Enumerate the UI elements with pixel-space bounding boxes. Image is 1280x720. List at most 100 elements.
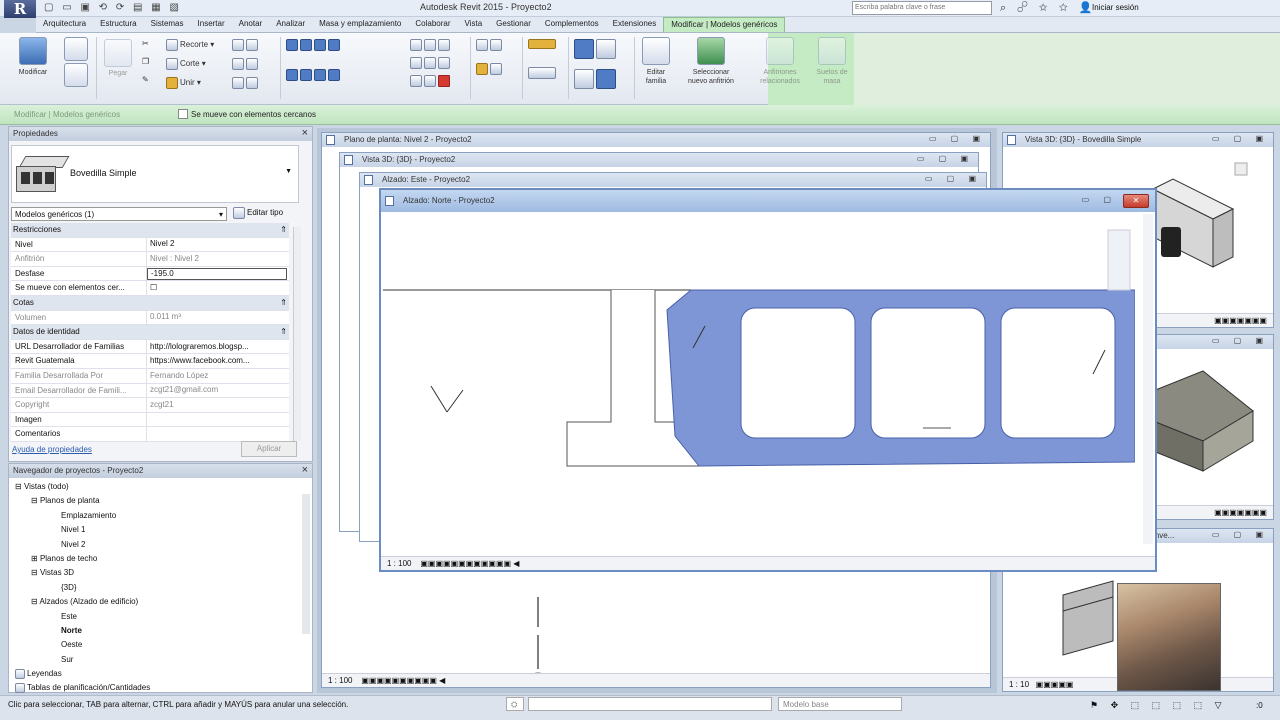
match-icon[interactable]: ✎ [142, 75, 149, 84]
mass-floors-button[interactable]: Suelos de masa [808, 37, 856, 86]
tab-12[interactable]: Modificar | Modelos genéricos [663, 17, 786, 32]
array-tools[interactable] [410, 39, 452, 51]
tree-item[interactable]: ⊟ Vistas 3D [9, 566, 299, 580]
collapse-icon[interactable]: ⇑ [280, 298, 287, 307]
tab-3[interactable]: Insertar [191, 17, 232, 32]
property-category[interactable]: Restricciones ⇑ [11, 223, 289, 238]
cut-geometry-button[interactable]: Recorte ▾ [166, 39, 214, 51]
plan-view-control-bar[interactable]: 1 : 100 ▣▣▣▣▣▣▣▣▣▣ ◀ [322, 673, 990, 687]
sign-in-button[interactable]: Iniciar sesión [1092, 3, 1139, 12]
dimension-tools[interactable] [528, 67, 558, 79]
hide-tools[interactable] [476, 63, 504, 75]
design-option-selector[interactable]: Modelo base [778, 697, 902, 711]
north-view-control-bar[interactable]: 1 : 100 ▣▣▣▣▣▣▣▣▣▣▣▣ ◀ [381, 556, 1155, 570]
property-value[interactable]: ☐ [147, 281, 289, 295]
property-value[interactable]: Nivel 2 [147, 237, 289, 251]
expand-icon[interactable]: ⊟ [31, 496, 40, 505]
view-tools[interactable] [476, 39, 504, 51]
paste-button[interactable]: Pegar [98, 69, 138, 78]
tree-item[interactable]: Sur [9, 653, 299, 667]
edit-type-button[interactable]: Editar tipo [233, 207, 283, 219]
tree-item[interactable]: ⊟ Vistas (todo) [9, 480, 299, 494]
scale-tools[interactable] [410, 57, 452, 69]
close-window-button[interactable]: ✕ [1123, 194, 1149, 208]
tree-item[interactable]: Tablas de planificación/Cantidades [9, 681, 299, 695]
property-row[interactable]: Comentarios [11, 427, 289, 442]
chevron-down-icon[interactable]: ▼ [285, 168, 292, 175]
scissors-icon[interactable]: ✂ [142, 39, 149, 48]
tab-6[interactable]: Masa y emplazamiento [312, 17, 408, 32]
tree-item[interactable]: ⊞ Planos de techo [9, 552, 299, 566]
properties-toggle[interactable] [62, 37, 90, 90]
tab-7[interactable]: Colaborar [408, 17, 457, 32]
tree-item[interactable]: ⊟ Alzados (Alzado de edificio) [9, 595, 299, 609]
property-row[interactable]: Revit Guatemala https://www.facebook.com.… [11, 354, 289, 369]
property-category[interactable]: Datos de identidad ⇑ [11, 325, 289, 340]
align-tools[interactable] [286, 39, 342, 51]
property-value[interactable]: https://www.facebook.com... [147, 354, 289, 368]
tree-item[interactable]: Oeste [9, 638, 299, 652]
tab-1[interactable]: Estructura [93, 17, 143, 32]
property-row[interactable]: URL Desarrollador de Familias http://lolo… [11, 339, 289, 355]
copy-icon[interactable]: ❐ [142, 57, 149, 66]
tree-item[interactable]: ⊟ Planos de planta [9, 494, 299, 508]
geometry-tools[interactable] [232, 39, 260, 51]
property-row[interactable]: Familia Desarrollada Por Fernando López [11, 368, 289, 384]
property-row[interactable]: Desfase -195.0 [11, 266, 289, 282]
property-row[interactable]: Imagen [11, 412, 289, 428]
category-selector[interactable]: Modelos genéricos (1) ▾ [11, 207, 227, 221]
close-icon[interactable]: × [302, 464, 308, 476]
revit-logo[interactable]: R [4, 0, 36, 18]
north-elevation-window[interactable]: Alzado: Norte - Proyecto2 ▭ ▢ ✕ 1 : 100 ▣▣… [379, 188, 1157, 572]
tab-8[interactable]: Vista [458, 17, 490, 32]
collapse-icon[interactable]: ⇑ [280, 225, 287, 234]
property-row[interactable]: Volumen 0.011 m³ [11, 310, 289, 326]
measure-tools[interactable] [528, 39, 558, 49]
expand-icon[interactable]: ⊟ [15, 482, 24, 491]
browser-scrollbar[interactable] [302, 494, 310, 634]
tab-11[interactable]: Extensiones [606, 17, 664, 32]
tree-item[interactable]: Leyendas [9, 667, 299, 681]
tab-2[interactable]: Sistemas [144, 17, 191, 32]
type-selector[interactable]: Bovedilla Simple ▼ [11, 145, 299, 203]
moves-with-nearby-checkbox[interactable] [178, 109, 188, 119]
property-row[interactable]: Nivel Nivel 2 [11, 237, 289, 253]
paint-tools[interactable] [232, 77, 260, 89]
tree-item[interactable]: Nivel 1 [9, 523, 299, 537]
host-related-button[interactable]: Anfitriones relacionados [754, 37, 806, 86]
expand-icon[interactable]: ⊟ [31, 568, 40, 577]
window-controls[interactable]: ▭ ▢ [1082, 195, 1117, 204]
tab-4[interactable]: Anotar [232, 17, 270, 32]
workset-selector[interactable] [528, 697, 772, 711]
properties-help-link[interactable]: Ayuda de propiedades [12, 445, 92, 454]
edit-family-button[interactable]: Editar familia [638, 37, 674, 86]
tree-item[interactable]: Norte [9, 624, 299, 638]
window-controls[interactable]: ▭ ▢ ▣ [929, 134, 986, 143]
tree-item[interactable]: {3D} [9, 581, 299, 595]
selection-filter-icons[interactable]: ⚑ ✥ ⬚ ⬚ ⬚ ⬚ ▽ [1090, 700, 1227, 711]
wall-join-tools[interactable] [232, 58, 260, 70]
tree-item[interactable]: Este [9, 610, 299, 624]
worksets-icon[interactable]: ⛭ [506, 697, 524, 711]
quick-access-toolbar[interactable]: ▢ ▭ ▣ ⟲ ⟳ ▤ ▦ ▧ [44, 2, 182, 13]
modify-button[interactable]: Modificar [8, 37, 58, 77]
property-row[interactable]: Email Desarrollador de Famili... zcgt21@g… [11, 383, 289, 399]
apply-button[interactable]: Aplicar [241, 441, 297, 457]
pick-new-host-button[interactable]: Seleccionar nuevo anfitrión [676, 37, 746, 86]
tab-0[interactable]: Arquitectura [36, 17, 93, 32]
tree-item[interactable]: Nivel 2 [9, 538, 299, 552]
property-category[interactable]: Cotas ⇑ [11, 295, 289, 311]
property-row[interactable]: Anfitrión Nivel : Nivel 2 [11, 252, 289, 267]
cope-button[interactable]: Corte ▾ [166, 58, 206, 70]
properties-scrollbar[interactable] [293, 227, 301, 441]
group-tools[interactable] [574, 69, 618, 89]
delete-tools[interactable] [410, 75, 452, 87]
close-icon[interactable]: × [302, 127, 308, 139]
move-rotate-tools[interactable] [286, 69, 342, 81]
tree-item[interactable]: Emplazamiento [9, 509, 299, 523]
collapse-icon[interactable]: ⇑ [280, 327, 287, 336]
create-tools[interactable] [574, 39, 618, 59]
search-input[interactable]: Escriba palabra clave o frase [852, 1, 992, 15]
tab-10[interactable]: Complementos [538, 17, 606, 32]
expand-icon[interactable]: ⊞ [31, 554, 40, 563]
